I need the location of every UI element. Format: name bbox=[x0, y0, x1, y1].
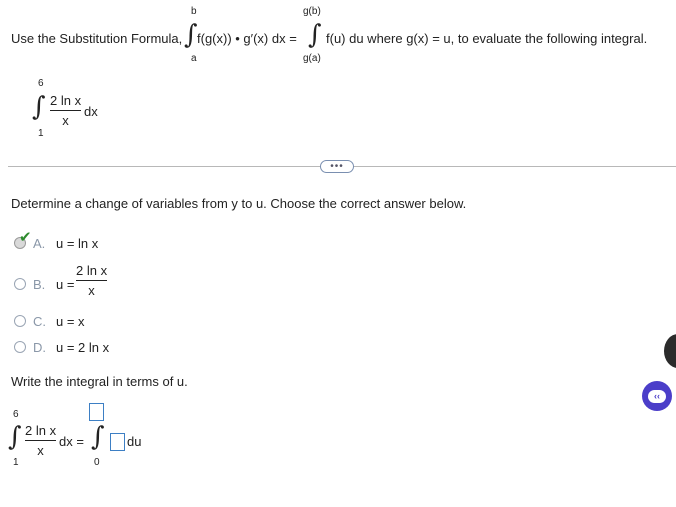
fraction-denominator: x bbox=[62, 113, 69, 128]
fraction-bar bbox=[50, 110, 82, 111]
fraction-numerator: 2 ln x bbox=[50, 93, 82, 108]
formula-right-integrand: f(u) du where g(x) = u, to evaluate the … bbox=[326, 31, 648, 46]
fraction-numerator: 2 ln x bbox=[25, 423, 57, 438]
given-differential: dx bbox=[84, 104, 98, 119]
chat-icon: ‹‹ bbox=[648, 389, 666, 403]
fraction-bar bbox=[25, 440, 57, 441]
option-c-text: u = x bbox=[56, 314, 85, 329]
correct-check-icon: ✔ bbox=[19, 229, 32, 246]
fraction-bar bbox=[76, 280, 108, 281]
integral-sign: ∫ bbox=[8, 422, 22, 452]
option-b-fraction: 2 ln x x bbox=[76, 263, 108, 298]
question-1-prompt: Determine a change of variables from y t… bbox=[11, 196, 467, 211]
integral-sign: ∫ bbox=[184, 20, 198, 50]
side-panel-toggle[interactable] bbox=[664, 334, 676, 368]
option-a-text: u = ln x bbox=[56, 236, 99, 251]
left-integral-upper: 6 bbox=[13, 409, 19, 420]
right-differential: du bbox=[127, 434, 142, 449]
formula-upper-limit-b: b bbox=[191, 6, 197, 17]
option-b-letter: B. bbox=[33, 277, 46, 292]
formula-lower-limit-ga: g(a) bbox=[303, 53, 321, 64]
given-integrand-fraction: 2 ln x x bbox=[50, 93, 82, 128]
formula-lower-limit-a: a bbox=[191, 53, 197, 64]
integrand-input[interactable] bbox=[110, 433, 125, 451]
assistant-launcher-button[interactable]: ‹‹ bbox=[642, 381, 672, 411]
option-b-radio[interactable] bbox=[14, 278, 26, 290]
upper-limit-input[interactable] bbox=[89, 403, 104, 421]
integral-sign: ∫ bbox=[91, 422, 105, 452]
fraction-denominator: x bbox=[88, 283, 95, 298]
left-differential: dx = bbox=[59, 434, 84, 449]
fraction-numerator: 2 ln x bbox=[76, 263, 108, 278]
left-integrand-fraction: 2 ln x x bbox=[25, 423, 57, 458]
left-integral-lower: 1 bbox=[13, 457, 19, 468]
option-b-prefix: u = bbox=[56, 277, 75, 292]
given-integral-lower: 1 bbox=[38, 128, 44, 139]
option-a-letter: A. bbox=[33, 236, 46, 251]
option-d-letter: D. bbox=[33, 340, 46, 355]
option-d-radio[interactable] bbox=[14, 341, 26, 353]
option-d-text: u = 2 ln x bbox=[56, 340, 110, 355]
integral-sign: ∫ bbox=[308, 20, 322, 50]
option-c-letter: C. bbox=[33, 314, 46, 329]
intro-text: Use the Substitution Formula, bbox=[11, 31, 183, 46]
more-options-button[interactable]: ••• bbox=[320, 160, 354, 173]
formula-left-integrand: f(g(x)) • g′(x) dx = bbox=[197, 31, 297, 46]
right-integral-lower: 0 bbox=[94, 457, 100, 468]
integral-sign: ∫ bbox=[32, 92, 46, 122]
given-integral-upper: 6 bbox=[38, 78, 44, 89]
formula-upper-limit-gb: g(b) bbox=[303, 6, 321, 17]
option-c-radio[interactable] bbox=[14, 315, 26, 327]
fraction-denominator: x bbox=[37, 443, 44, 458]
question-2-prompt: Write the integral in terms of u. bbox=[11, 374, 188, 389]
